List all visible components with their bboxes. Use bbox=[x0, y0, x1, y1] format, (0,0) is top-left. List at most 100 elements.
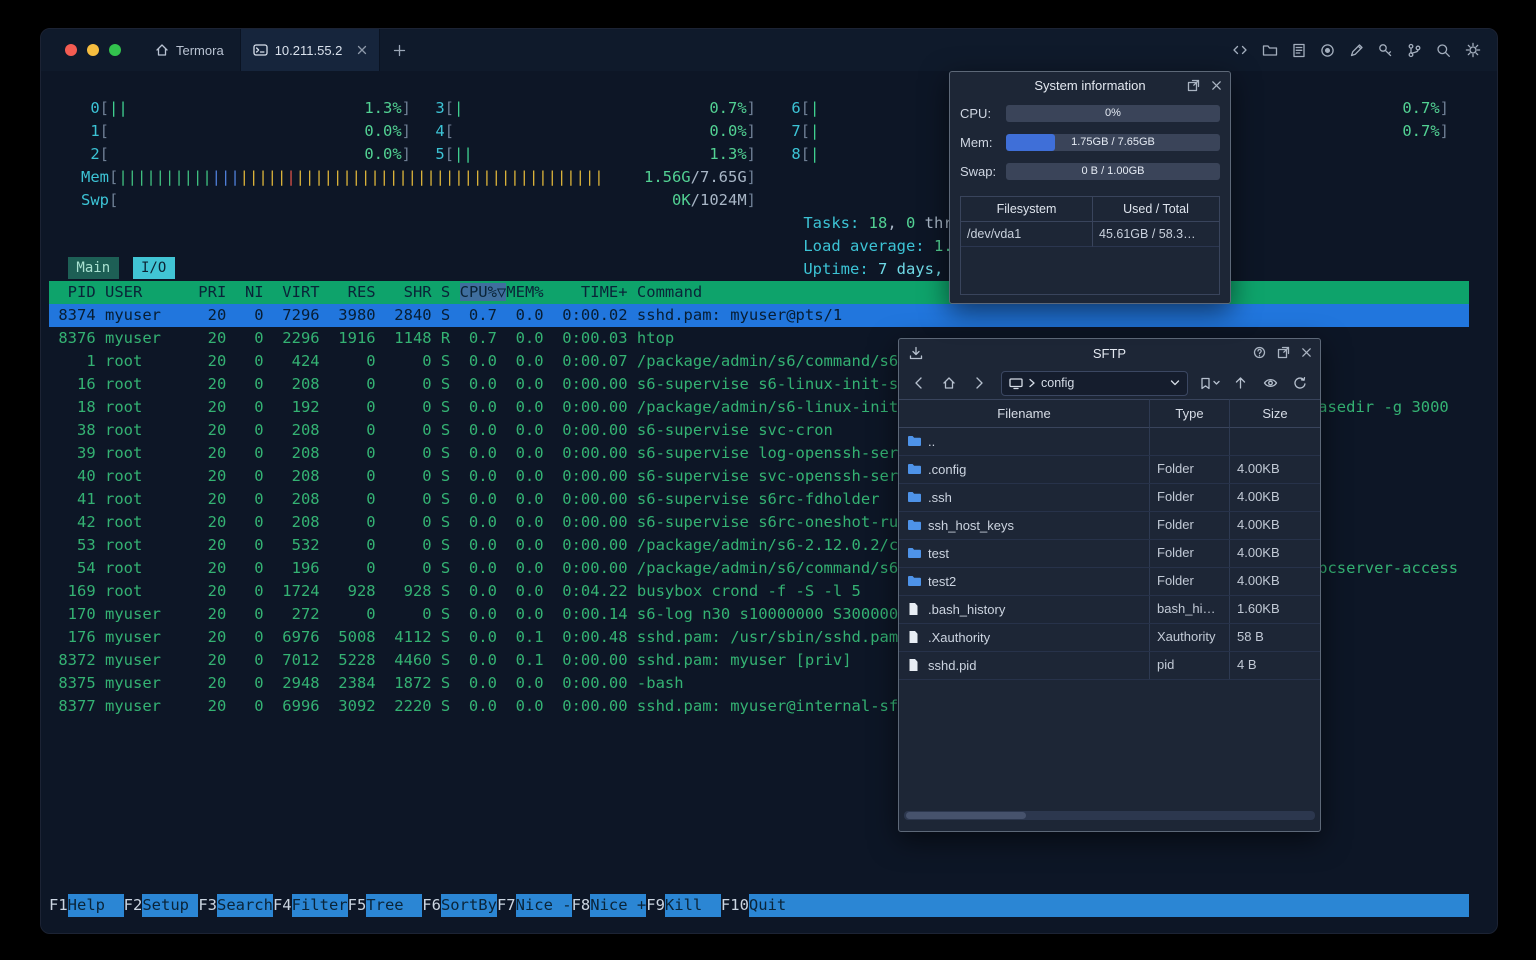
tab-label: 10.211.55.2 bbox=[274, 42, 343, 58]
file-row[interactable]: sshd.pid pid 4 B bbox=[899, 652, 1320, 680]
function-key[interactable]: F10 Quit bbox=[721, 894, 805, 917]
code-icon[interactable] bbox=[1232, 43, 1248, 57]
column-size[interactable]: Size bbox=[1230, 399, 1320, 428]
resource-meter-row: Swap: 0 B / 1.00GB bbox=[950, 157, 1230, 186]
horizontal-scrollbar[interactable] bbox=[904, 811, 1315, 820]
file-row[interactable]: .config Folder 4.00KB bbox=[899, 456, 1320, 484]
memory-ticks: ||||||||||||||||||||||||||||||||||||||||… bbox=[118, 168, 604, 186]
up-directory-icon[interactable] bbox=[1228, 371, 1252, 395]
show-hidden-eye-icon[interactable] bbox=[1258, 371, 1282, 395]
function-key[interactable]: F5 Tree bbox=[348, 894, 423, 917]
file-row[interactable]: .bash_history bash_hi… 1.60KB bbox=[899, 596, 1320, 624]
record-icon[interactable] bbox=[1320, 43, 1335, 58]
cpu-meter: 5[|| 1.3%] bbox=[435, 145, 756, 163]
file-name: ssh_host_keys bbox=[928, 517, 1014, 533]
branch-icon[interactable] bbox=[1407, 43, 1422, 58]
close-icon[interactable] bbox=[1211, 80, 1222, 91]
file-size: 4 B bbox=[1237, 657, 1257, 672]
filesystem-table: Filesystem Used / Total /dev/vda1 45.61G… bbox=[960, 196, 1220, 295]
file-type-icon bbox=[907, 462, 922, 477]
file-row[interactable]: .ssh Folder 4.00KB bbox=[899, 484, 1320, 512]
htop-tab-main[interactable]: Main bbox=[68, 257, 119, 279]
function-key[interactable]: F7 Nice - bbox=[497, 894, 572, 917]
home-icon bbox=[155, 43, 169, 57]
file-type: pid bbox=[1150, 652, 1230, 679]
sftp-titlebar: SFTP bbox=[899, 339, 1320, 367]
home-icon[interactable] bbox=[937, 371, 961, 395]
process-row[interactable]: 8374 myuser 20 0 7296 3980 2840 S 0.7 0.… bbox=[49, 304, 1469, 327]
close-tab-icon[interactable] bbox=[357, 45, 367, 55]
sort-column-cpu[interactable]: CPU%▽ bbox=[459, 283, 507, 301]
settings-icon[interactable] bbox=[1465, 42, 1481, 58]
file-row[interactable]: .Xauthority Xauthority 58 B bbox=[899, 624, 1320, 652]
open-in-window-icon[interactable] bbox=[1277, 346, 1290, 359]
resource-meter-row: CPU: 0% bbox=[950, 99, 1230, 128]
file-table: Filename Type Size .. .config Folder 4.0… bbox=[899, 399, 1320, 820]
column-type[interactable]: Type bbox=[1150, 399, 1230, 428]
process-table-header[interactable]: PID USER PRI NI VIRT RES SHR S CPU%▽MEM%… bbox=[49, 281, 1469, 304]
function-key[interactable]: F9 Kill bbox=[646, 894, 721, 917]
new-tab-button[interactable] bbox=[380, 29, 418, 71]
htop-tab-io[interactable]: I/O bbox=[132, 257, 175, 279]
file-size: 58 B bbox=[1237, 629, 1264, 644]
plus-icon bbox=[393, 44, 406, 57]
edit-icon[interactable] bbox=[1349, 43, 1364, 58]
computer-icon bbox=[1009, 377, 1023, 390]
scrollbar-thumb[interactable] bbox=[906, 812, 1026, 819]
help-icon[interactable] bbox=[1253, 346, 1266, 359]
cpu-meter: 3[| 0.7%] bbox=[435, 99, 756, 117]
function-key[interactable]: F3 Search bbox=[198, 894, 273, 917]
htop-screen-tabs: Main I/O bbox=[68, 257, 175, 279]
back-icon[interactable] bbox=[907, 371, 931, 395]
filesystem-row[interactable]: /dev/vda1 45.61GB / 58.3… bbox=[961, 222, 1219, 247]
log-icon[interactable] bbox=[1292, 43, 1306, 58]
search-icon[interactable] bbox=[1436, 43, 1451, 58]
tab-label: Termora bbox=[176, 42, 224, 58]
function-key[interactable]: F2 Setup bbox=[124, 894, 199, 917]
close-icon[interactable] bbox=[1301, 347, 1312, 358]
cpu-meter: 0[|| 1.3%] bbox=[90, 99, 411, 117]
swap-meter: Swp[0K/1024M] bbox=[81, 189, 756, 212]
file-type: Folder bbox=[1150, 568, 1230, 595]
memory-meter: Mem[||||||||||||||||||||||||||||||||||||… bbox=[81, 166, 756, 189]
refresh-icon[interactable] bbox=[1288, 371, 1312, 395]
bookmark-icon[interactable] bbox=[1198, 371, 1222, 395]
file-row[interactable]: ssh_host_keys Folder 4.00KB bbox=[899, 512, 1320, 540]
file-table-header: Filename Type Size bbox=[899, 399, 1320, 428]
tab-termora-home[interactable]: Termora bbox=[139, 29, 240, 71]
download-icon[interactable] bbox=[909, 339, 923, 367]
filesystem-table-header: Filesystem Used / Total bbox=[961, 197, 1219, 222]
file-row[interactable]: test2 Folder 4.00KB bbox=[899, 568, 1320, 596]
swap-value: 0K/1024M bbox=[671, 191, 747, 209]
function-key[interactable]: F4 Filter bbox=[273, 894, 348, 917]
function-key-bar: F1 Help F2 Setup F3 Search F4 Filter F5 Tree F6 Sor… bbox=[49, 894, 1469, 917]
forward-icon[interactable] bbox=[967, 371, 991, 395]
folder-icon[interactable] bbox=[1262, 43, 1278, 57]
file-size: 4.00KB bbox=[1237, 545, 1280, 560]
zoom-window-button[interactable] bbox=[109, 44, 121, 56]
column-filename[interactable]: Filename bbox=[899, 399, 1150, 428]
open-in-window-icon[interactable] bbox=[1187, 79, 1200, 92]
tab-session[interactable]: 10.211.55.2 bbox=[239, 29, 381, 71]
function-key[interactable]: F1 Help bbox=[49, 894, 124, 917]
cpu-meter: 1[0.0%] bbox=[90, 122, 411, 140]
sftp-toolbar: config bbox=[899, 367, 1320, 399]
minimize-window-button[interactable] bbox=[87, 44, 99, 56]
file-type: bash_hi… bbox=[1150, 596, 1230, 623]
file-row[interactable]: .. bbox=[899, 428, 1320, 456]
file-type-icon bbox=[907, 602, 922, 617]
file-name: .. bbox=[928, 433, 936, 449]
function-key[interactable]: F8 Nice + bbox=[572, 894, 646, 917]
key-icon[interactable] bbox=[1378, 43, 1393, 58]
titlebar-actions bbox=[1232, 29, 1481, 71]
file-type-icon bbox=[907, 434, 922, 449]
file-type: Folder bbox=[1150, 540, 1230, 567]
file-type bbox=[1150, 428, 1230, 455]
file-row[interactable]: test Folder 4.00KB bbox=[899, 540, 1320, 568]
close-window-button[interactable] bbox=[65, 44, 77, 56]
chevron-down-icon[interactable] bbox=[1170, 379, 1180, 387]
function-key[interactable]: F6 SortBy bbox=[422, 894, 497, 917]
file-type-icon bbox=[907, 658, 922, 673]
file-rows: .. .config Folder 4.00KB .ssh Folder 4.0… bbox=[899, 428, 1320, 680]
path-breadcrumb[interactable]: config bbox=[1001, 370, 1188, 396]
